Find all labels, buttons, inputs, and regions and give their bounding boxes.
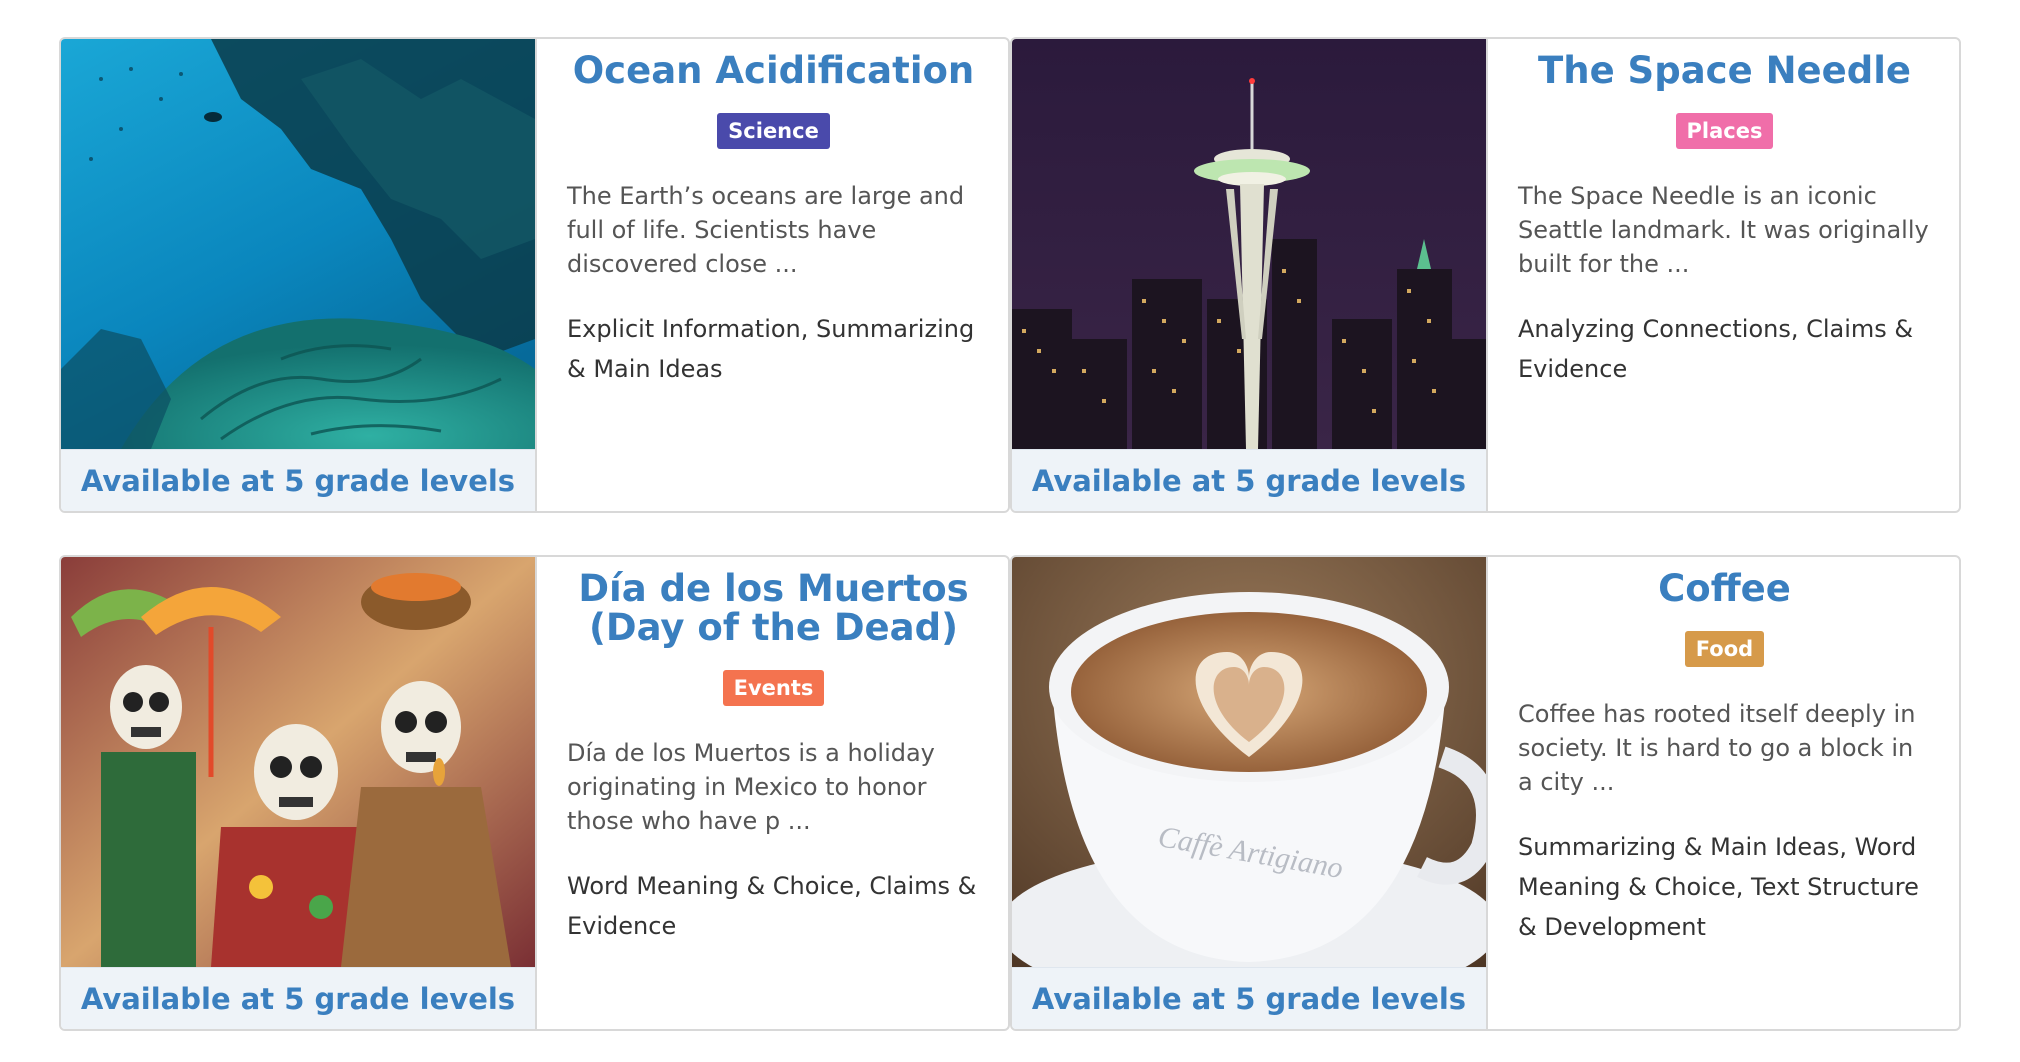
article-grid: Available at 5 grade levels Ocean Acidif… <box>59 37 1961 1031</box>
article-title[interactable]: Día de los Muertos (Day of the Dead) <box>567 569 980 647</box>
grade-levels-link[interactable]: Available at 5 grade levels <box>1012 967 1486 1029</box>
card-content: Ocean Acidification Science The Earth’s … <box>537 39 1008 511</box>
card-media: Available at 5 grade levels <box>61 557 537 1029</box>
category-tag[interactable]: Places <box>1675 113 1774 149</box>
card-media: Available at 5 grade levels <box>61 39 537 511</box>
article-card-ocean-acidification[interactable]: Available at 5 grade levels Ocean Acidif… <box>59 37 1010 513</box>
category-tag[interactable]: Science <box>717 113 830 149</box>
card-content: Día de los Muertos (Day of the Dead) Eve… <box>537 557 1008 1029</box>
article-description: Coffee has rooted itself deeply in socie… <box>1518 700 1916 796</box>
article-skills: Explicit Information, Summarizing & Main… <box>567 315 975 383</box>
article-title[interactable]: The Space Needle <box>1518 51 1931 90</box>
seattle-skyline-photo[interactable] <box>1012 39 1486 449</box>
article-card-coffee[interactable]: Caffè Artigiano Available at 5 grade lev… <box>1010 555 1961 1031</box>
grade-levels-link[interactable]: Available at 5 grade levels <box>1012 449 1486 511</box>
article-card-dia-de-los-muertos[interactable]: Available at 5 grade levels Día de los M… <box>59 555 1010 1031</box>
article-description: The Space Needle is an iconic Seattle la… <box>1518 182 1929 278</box>
grade-levels-link[interactable]: Available at 5 grade levels <box>61 449 535 511</box>
card-content: The Space Needle Places The Space Needle… <box>1488 39 1959 511</box>
article-title[interactable]: Coffee <box>1518 569 1931 608</box>
article-card-space-needle[interactable]: Available at 5 grade levels The Space Ne… <box>1010 37 1961 513</box>
coral-reef-photo[interactable] <box>61 39 535 449</box>
category-tag[interactable]: Events <box>722 670 825 706</box>
card-media: Caffè Artigiano Available at 5 grade lev… <box>1012 557 1488 1029</box>
card-media: Available at 5 grade levels <box>1012 39 1488 511</box>
article-description: Día de los Muertos is a holiday originat… <box>567 739 935 835</box>
article-skills: Summarizing & Main Ideas, Word Meaning &… <box>1518 833 1919 941</box>
latte-art-photo[interactable]: Caffè Artigiano <box>1012 557 1486 967</box>
grade-levels-link[interactable]: Available at 5 grade levels <box>61 967 535 1029</box>
article-description: The Earth’s oceans are large and full of… <box>567 182 965 278</box>
skeleton-figurines-photo[interactable] <box>61 557 535 967</box>
article-skills: Word Meaning & Choice, Claims & Evidence <box>567 872 977 940</box>
article-skills: Analyzing Connections, Claims & Evidence <box>1518 315 1914 383</box>
category-tag[interactable]: Food <box>1684 631 1765 667</box>
article-title[interactable]: Ocean Acidification <box>567 51 980 90</box>
card-content: Coffee Food Coffee has rooted itself dee… <box>1488 557 1959 1029</box>
